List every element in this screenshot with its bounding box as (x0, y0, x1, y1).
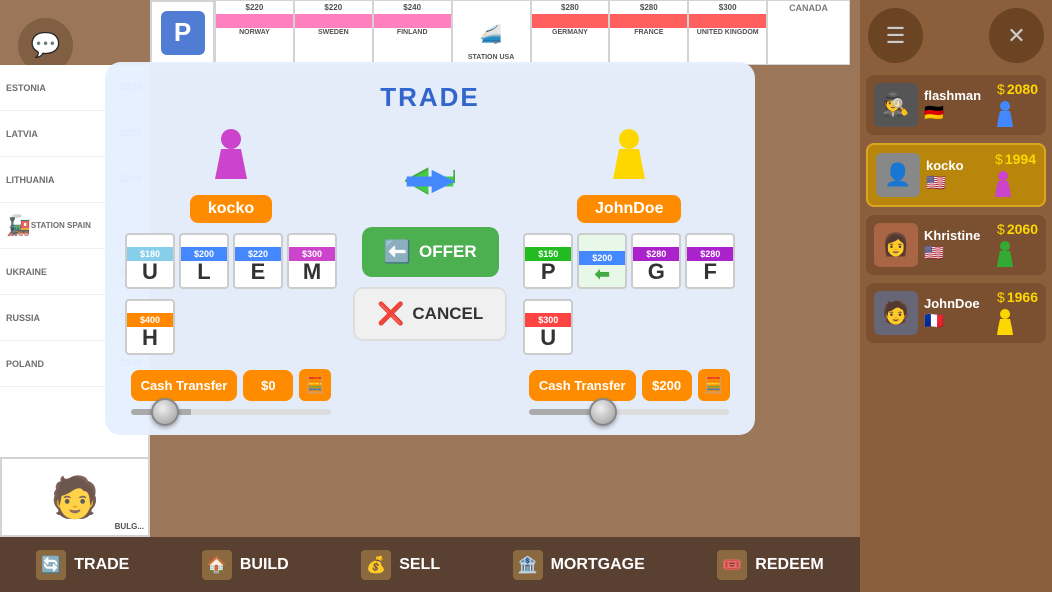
kocko-slider-thumb[interactable] (151, 398, 179, 426)
kocko-slider[interactable] (131, 409, 331, 415)
build-button[interactable]: 🏠 BUILD (202, 550, 289, 580)
kocko-pawn (213, 129, 249, 189)
kocko-flag: 🇺🇸 (926, 173, 989, 193)
trade-icon: 🔄 (36, 550, 66, 580)
prop-card-h[interactable]: $400 H (125, 299, 175, 355)
prop-card-e[interactable]: $220 E (233, 233, 283, 289)
menu-button[interactable]: ☰ (868, 8, 923, 63)
kocko-props-row2: $400 H (125, 299, 337, 355)
kocko-calc-icon[interactable]: 🧮 (299, 369, 331, 401)
middle-section: ⬅️ OFFER ❌ CANCEL (353, 129, 507, 341)
johndoe-slider[interactable] (529, 409, 729, 415)
khristine-flag: 🇺🇸 (924, 243, 991, 263)
kocko-properties: $180 U $200 L $220 E $300 M (125, 233, 337, 289)
prop-card-u[interactable]: $180 U (125, 233, 175, 289)
prop-card-p[interactable]: $150 P (523, 233, 573, 289)
flashman-pawn (997, 101, 1013, 129)
kocko-pawn-panel (995, 171, 1011, 199)
johndoe-label: JohnDoe (577, 195, 681, 223)
johndoe-properties: $150 P $200 ⬅ $280 G $280 F (523, 233, 735, 289)
johndoe-info: JohnDoe 🇫🇷 (924, 296, 991, 331)
khristine-avatar: 👩 (874, 223, 918, 267)
johndoe-pawn (611, 129, 647, 189)
johndoe-cash-amount: $200 (642, 370, 692, 401)
kocko-label: kocko (190, 195, 272, 223)
johndoe-props-row2: $300 U (523, 299, 735, 355)
kocko-slider-container (131, 409, 331, 415)
build-icon: 🏠 (202, 550, 232, 580)
kocko-cash-label: Cash Transfer (131, 370, 238, 401)
cancel-button[interactable]: ❌ CANCEL (353, 287, 507, 341)
flashman-avatar: 🕵️ (874, 83, 918, 127)
player-card-flashman[interactable]: 🕵️ flashman 🇩🇪 $ 2080 (866, 75, 1046, 135)
modal-body: kocko $180 U $200 L $220 E (125, 129, 735, 415)
kocko-info: kocko 🇺🇸 (926, 158, 989, 193)
kocko-avatar: 👤 (876, 153, 920, 197)
prop-card-g[interactable]: $280 G (631, 233, 681, 289)
johndoe-pawn-panel (997, 309, 1013, 337)
player-card-kocko[interactable]: 👤 kocko 🇺🇸 $ 1994 (866, 143, 1046, 207)
johndoe-slider-container (529, 409, 729, 415)
mortgage-button[interactable]: 🏦 MORTGAGE (513, 550, 645, 580)
prop-card-arrow[interactable]: $200 ⬅ (577, 233, 627, 289)
prop-card-u2[interactable]: $300 U (523, 299, 573, 355)
modal-title: TRADE (125, 82, 735, 113)
kocko-cash-amount: $0 (243, 370, 293, 401)
bottom-nav: 🔄 TRADE 🏠 BUILD 💰 SELL 🏦 MORTGAGE 🎟️ RED… (0, 537, 860, 592)
flashman-flag: 🇩🇪 (924, 103, 991, 123)
trade-button[interactable]: 🔄 TRADE (36, 550, 129, 580)
player-section-johndoe: JohnDoe $150 P $200 ⬅ $280 G (523, 129, 735, 415)
kocko-cash-transfer: Cash Transfer $0 🧮 (131, 369, 332, 401)
mortgage-icon: 🏦 (513, 550, 543, 580)
player-card-khristine[interactable]: 👩 Khristine 🇺🇸 $ 2060 (866, 215, 1046, 275)
offer-button[interactable]: ⬅️ OFFER (362, 227, 499, 277)
sell-icon: 💰 (361, 550, 391, 580)
johndoe-cash-label: Cash Transfer (529, 370, 636, 401)
redeem-icon: 🎟️ (717, 550, 747, 580)
johndoe-avatar: 🧑 (874, 291, 918, 335)
right-top-icons: ☰ ✕ (860, 0, 1052, 71)
johndoe-slider-thumb[interactable] (589, 398, 617, 426)
trade-modal: TRADE kocko $180 U (105, 62, 755, 435)
johndoe-flag: 🇫🇷 (924, 311, 991, 331)
khristine-pawn (997, 241, 1013, 269)
trade-modal-overlay: TRADE kocko $180 U (0, 0, 860, 537)
close-button[interactable]: ✕ (989, 8, 1044, 63)
right-panel: ☰ ✕ 🕵️ flashman 🇩🇪 $ 2080 👤 kocko (860, 0, 1052, 592)
khristine-info: Khristine 🇺🇸 (924, 228, 991, 263)
player-card-johndoe[interactable]: 🧑 JohnDoe 🇫🇷 $ 1966 (866, 283, 1046, 343)
redeem-button[interactable]: 🎟️ REDEEM (717, 550, 823, 580)
johndoe-calc-icon[interactable]: 🧮 (698, 369, 730, 401)
flashman-info: flashman 🇩🇪 (924, 88, 991, 123)
trade-arrows (405, 159, 455, 209)
player-section-kocko: kocko $180 U $200 L $220 E (125, 129, 337, 415)
johndoe-cash-transfer: Cash Transfer $200 🧮 (529, 369, 730, 401)
sell-button[interactable]: 💰 SELL (361, 550, 440, 580)
prop-card-l[interactable]: $200 L (179, 233, 229, 289)
prop-card-m[interactable]: $300 M (287, 233, 337, 289)
prop-card-f[interactable]: $280 F (685, 233, 735, 289)
